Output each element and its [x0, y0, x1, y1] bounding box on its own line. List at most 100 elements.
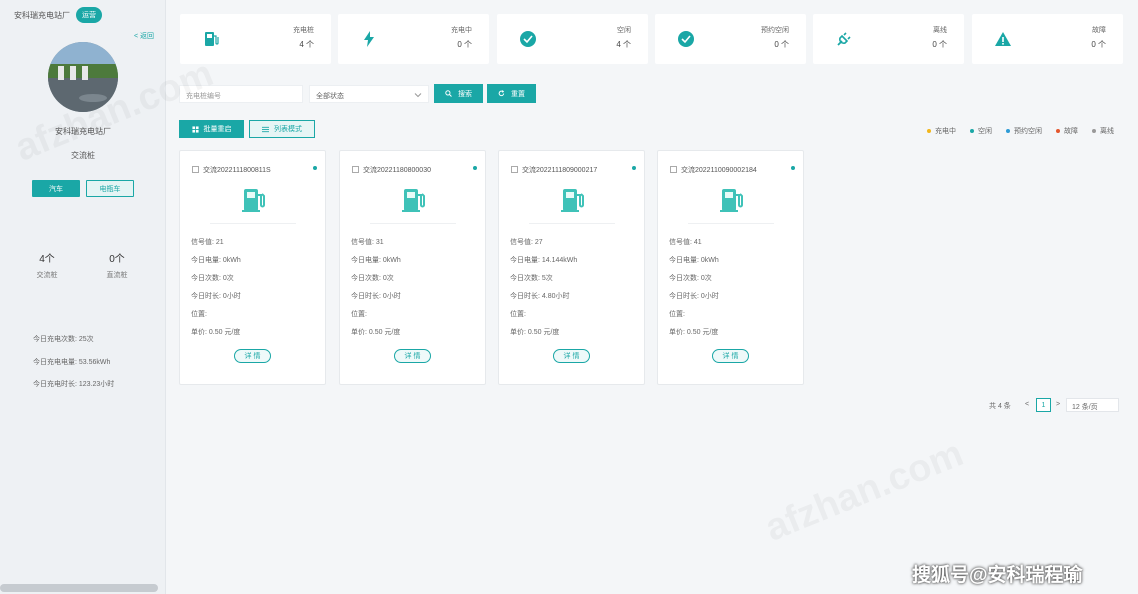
location-row: 位置: — [351, 311, 367, 318]
search-icon — [445, 90, 452, 97]
pagination-page[interactable]: 1 — [1036, 398, 1051, 412]
detail-button[interactable]: 详 情 — [553, 349, 590, 363]
pagination-next[interactable]: > — [1056, 401, 1060, 415]
charging-pump-icon — [242, 189, 265, 212]
duration-row: 今日时长: 0小时 — [669, 293, 719, 300]
status-card-charging[interactable]: 充电中 0 个 — [338, 14, 489, 64]
duration-row: 今日时长: 0小时 — [191, 293, 241, 300]
status-dot — [313, 166, 317, 170]
status-value: 0 个 — [932, 40, 947, 49]
ebike-button[interactable]: 电瓶车 — [86, 180, 134, 197]
status-label: 预约空闲 — [761, 27, 789, 34]
ac-count-value: 4个 — [39, 254, 55, 265]
sidebar-header: 安科瑞充电站厂 运营 — [14, 7, 102, 23]
status-value: 4 个 — [299, 40, 314, 49]
list-icon — [262, 126, 269, 132]
legend-label: 故障 — [1064, 128, 1078, 135]
status-value: 0 个 — [457, 40, 472, 49]
charger-code: 交流2022111809000217 — [522, 167, 598, 174]
status-value: 0 个 — [774, 40, 789, 49]
status-card-offline[interactable]: 离线 0 个 — [813, 14, 964, 64]
status-dot — [632, 166, 636, 170]
watermark-graphic: afzhan.com — [760, 432, 970, 550]
ac-count-label: 交流桩 — [36, 272, 58, 279]
warning-icon — [995, 32, 1011, 46]
signal-row: 信号值: 21 — [191, 239, 224, 246]
charger-card: 交流2022111809000217 信号值: 27 今日电量: 14.144k… — [498, 150, 645, 385]
charger-code: 交流20221180800030 — [363, 167, 431, 174]
status-value: 4 个 — [616, 40, 631, 49]
location-row: 位置: — [510, 311, 526, 318]
detail-button[interactable]: 详 情 — [712, 349, 749, 363]
card-divider — [529, 223, 615, 224]
batch-restart-button[interactable]: 批量重启 — [179, 120, 244, 138]
legend-item: 充电中 — [927, 126, 956, 136]
reset-button-label: 重置 — [511, 90, 525, 98]
card-divider — [210, 223, 296, 224]
legend-item: 预约空闲 — [1006, 126, 1042, 136]
sidebar-scrollbar[interactable] — [0, 584, 158, 592]
status-select-value: 全部状态 — [316, 93, 344, 100]
duration-row: 今日时长: 0小时 — [351, 293, 401, 300]
energy-row: 今日电量: 0kWh — [669, 257, 719, 264]
list-mode-button[interactable]: 列表模式 — [249, 120, 315, 138]
legend-label: 预约空闲 — [1014, 128, 1042, 135]
plug-icon — [837, 32, 851, 46]
pagination-prev[interactable]: < — [1025, 401, 1029, 415]
detail-button[interactable]: 详 情 — [234, 349, 271, 363]
legend-item: 故障 — [1056, 126, 1078, 136]
today-charge-count: 今日充电次数: 25次 — [33, 336, 94, 343]
back-link[interactable]: < 返回 — [134, 31, 154, 41]
ac-count-stat: 4个 交流桩 — [17, 250, 77, 280]
charger-code: 交流2022111800811S — [203, 167, 271, 174]
duration-row: 今日时长: 4.80小时 — [510, 293, 570, 300]
site-tag[interactable]: 运营 — [76, 7, 102, 23]
status-select[interactable]: 全部状态 — [309, 85, 429, 103]
charger-code: 交流2022110090002184 — [681, 167, 757, 174]
charger-checkbox[interactable] — [511, 166, 518, 173]
page-size-select[interactable]: 12 条/页 — [1066, 398, 1119, 412]
status-card-idle[interactable]: 空闲 4 个 — [497, 14, 648, 64]
legend-label: 离线 — [1100, 128, 1114, 135]
dc-count-value: 0个 — [109, 254, 125, 265]
count-row: 今日次数: 0次 — [351, 275, 394, 282]
status-legend: 充电中 空闲 预约空闲 故障 离线 — [927, 126, 1114, 136]
charging-pump-icon — [720, 189, 743, 212]
dc-count-stat: 0个 直流桩 — [87, 250, 147, 280]
status-card-fault[interactable]: 故障 0 个 — [972, 14, 1123, 64]
legend-dot — [927, 129, 931, 133]
bolt-icon — [364, 31, 374, 47]
batch-restart-label: 批量重启 — [203, 126, 232, 133]
status-card-reserved[interactable]: 预约空闲 0 个 — [655, 14, 806, 64]
status-label: 充电桩 — [293, 27, 314, 34]
signal-row: 信号值: 31 — [351, 239, 384, 246]
energy-row: 今日电量: 14.144kWh — [510, 257, 578, 264]
status-value: 0 个 — [1091, 40, 1106, 49]
charger-checkbox[interactable] — [192, 166, 199, 173]
legend-dot — [970, 129, 974, 133]
car-button[interactable]: 汽车 — [32, 180, 80, 197]
detail-button[interactable]: 详 情 — [394, 349, 431, 363]
reset-button[interactable]: 重置 — [487, 84, 536, 103]
signal-row: 信号值: 41 — [669, 239, 702, 246]
status-label: 空闲 — [617, 27, 631, 34]
charger-card: 交流2022111800811S 信号值: 21 今日电量: 0kWh 今日次数… — [179, 150, 326, 385]
dc-count-label: 直流桩 — [106, 272, 128, 279]
charger-checkbox[interactable] — [670, 166, 677, 173]
price-row: 单价: 0.50 元/度 — [191, 329, 241, 336]
card-divider — [370, 223, 456, 224]
legend-dot — [1092, 129, 1096, 133]
source-watermark: 搜狐号@安科瑞程瑜 — [912, 565, 1083, 586]
site-name: 安科瑞充电站厂 — [14, 10, 70, 20]
price-row: 单价: 0.50 元/度 — [669, 329, 719, 336]
charger-checkbox[interactable] — [352, 166, 359, 173]
charger-card: 交流2022110090002184 信号值: 41 今日电量: 0kWh 今日… — [657, 150, 804, 385]
grid-icon — [191, 125, 199, 133]
energy-row: 今日电量: 0kWh — [191, 257, 241, 264]
status-label: 故障 — [1092, 27, 1106, 34]
pagination-total: 共 4 条 — [989, 403, 1011, 410]
location-row: 位置: — [669, 311, 685, 318]
legend-dot — [1056, 129, 1060, 133]
search-button[interactable]: 搜索 — [434, 84, 483, 103]
status-label: 离线 — [933, 27, 947, 34]
